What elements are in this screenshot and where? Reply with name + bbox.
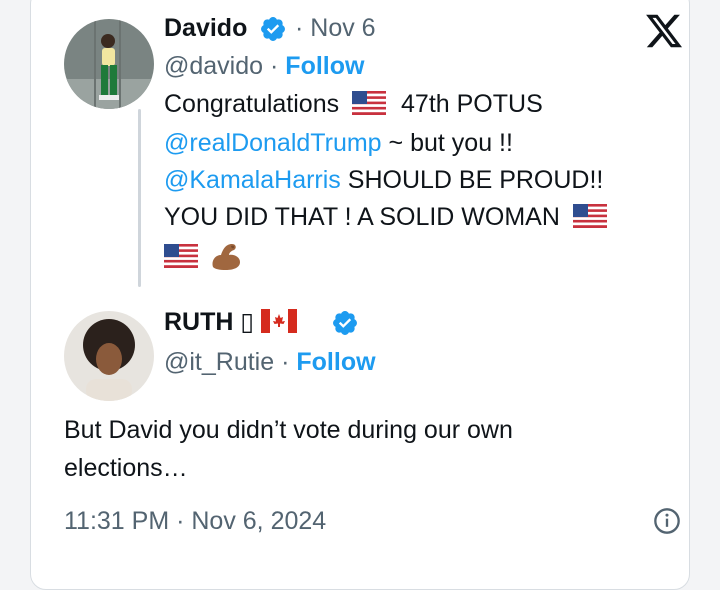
tweet-text-solid-woman: YOU DID THAT ! A SOLID WOMAN xyxy=(164,203,560,231)
tweet-date[interactable]: · Nov 6 xyxy=(295,13,376,43)
tweet-line-1: Congratulations 47th POTUS xyxy=(164,89,543,119)
reply-follow-button[interactable]: Follow xyxy=(296,348,375,376)
tweet-line-3: @KamalaHarris SHOULD BE PROUD!! xyxy=(164,165,603,195)
tweet-text-potus: 47th POTUS xyxy=(401,90,543,118)
us-flag-icon xyxy=(572,204,607,228)
tweet-line-2: @realDonaldTrump ~ but you !! xyxy=(164,128,513,158)
unsupported-glyph: ▯ xyxy=(240,308,255,336)
davido-avatar[interactable] xyxy=(64,19,154,109)
canada-flag-icon xyxy=(261,309,298,333)
flexed-biceps-icon xyxy=(212,244,240,270)
mention-link-realdonaldtrump[interactable]: @realDonaldTrump xyxy=(164,129,382,157)
tweet-line-4: YOU DID THAT ! A SOLID WOMAN xyxy=(164,202,607,232)
mention-link-kamalaharris[interactable]: @KamalaHarris xyxy=(164,166,341,194)
tweet-text-proud: SHOULD BE PROUD!! xyxy=(347,166,604,194)
info-icon[interactable] xyxy=(653,507,681,535)
separator-dot: · xyxy=(281,348,290,376)
separator-dot: · xyxy=(270,52,279,80)
author-name[interactable]: Davido xyxy=(164,13,247,43)
reply-author-name-row: RUTH ▯ xyxy=(164,307,298,337)
verified-badge-icon xyxy=(261,17,285,41)
ruth-avatar[interactable] xyxy=(64,311,154,401)
reply-text-line-1: But David you didn’t vote during our own xyxy=(64,416,513,444)
follow-button[interactable]: Follow xyxy=(285,52,364,80)
tweet-text-but-you: ~ but you !! xyxy=(388,129,513,157)
tweet-line-5 xyxy=(164,241,243,272)
x-logo-icon[interactable] xyxy=(643,11,685,51)
reply-text-line-2: elections… xyxy=(64,454,188,482)
us-flag-icon xyxy=(164,244,198,268)
embedded-tweet-card[interactable]: Davido · Nov 6 @davido · Follow Congratu… xyxy=(30,0,690,590)
author-handle[interactable]: @davido xyxy=(164,52,263,80)
reply-author-handle[interactable]: @it_Rutie xyxy=(164,348,274,376)
verified-badge-icon xyxy=(333,311,357,335)
thread-connector-line xyxy=(138,109,141,287)
reply-timestamp[interactable]: 11:31 PM · Nov 6, 2024 xyxy=(64,506,326,536)
us-flag-icon xyxy=(352,91,387,115)
tweet-text-congrats: Congratulations xyxy=(164,90,340,118)
reply-author-name[interactable]: RUTH xyxy=(164,308,233,336)
